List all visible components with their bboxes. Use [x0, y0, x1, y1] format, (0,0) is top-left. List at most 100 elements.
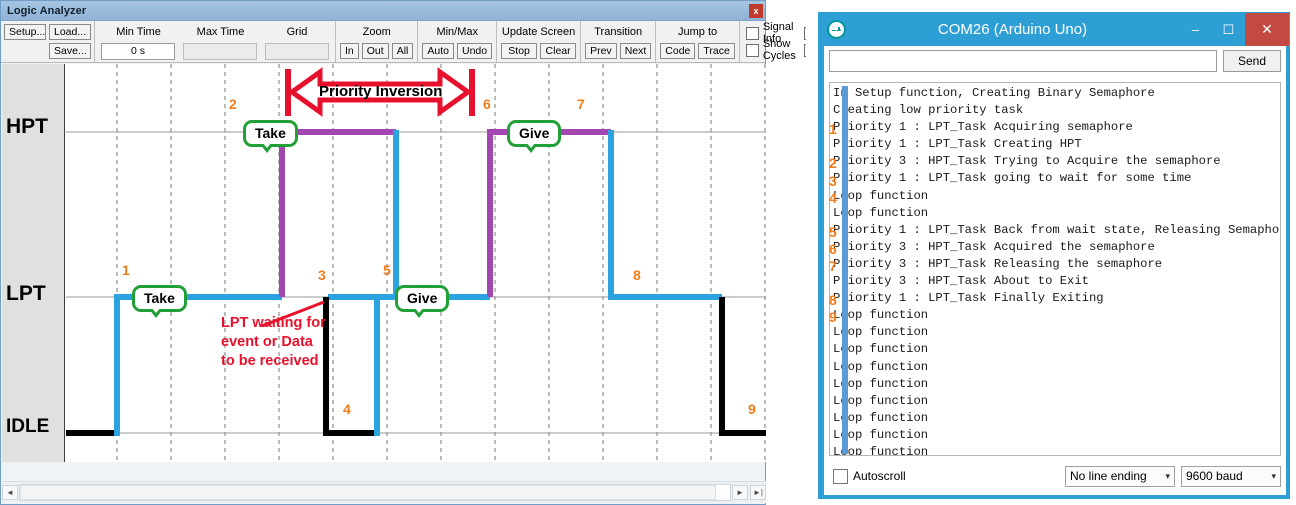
- update-screen-label: Update Screen: [501, 25, 576, 38]
- scroll-left-arrow-icon[interactable]: ◄: [2, 485, 18, 500]
- serial-line: Loop function: [833, 376, 929, 391]
- serial-input[interactable]: [829, 49, 1217, 72]
- event-number-1: 1: [122, 262, 130, 278]
- file-group: Setup... Load... Save...: [1, 21, 95, 62]
- serial-line: Priority 3 : HPT_Task Acquired the semap…: [833, 239, 1155, 254]
- scroll-right-arrow-icon[interactable]: ►: [732, 485, 748, 500]
- transition-prev-button[interactable]: Prev: [585, 43, 617, 59]
- amp-checkbox[interactable]: [803, 26, 806, 40]
- jump-to-trace-button[interactable]: Trace: [698, 43, 735, 59]
- cur-checkbox[interactable]: [803, 43, 806, 57]
- serial-console[interactable]: In Setup function, Creating Binary Semap…: [829, 82, 1281, 456]
- serial-line-number: 3: [829, 172, 837, 189]
- minimize-button[interactable]: –: [1179, 13, 1212, 46]
- trace-idle-end: [719, 297, 766, 436]
- waveform-svg: [66, 64, 766, 462]
- line-ending-value: No line ending: [1070, 469, 1147, 483]
- waveform-area: HPT LPT IDLE Priority Inversion Take Tak…: [2, 64, 766, 462]
- waveform-plot[interactable]: Priority Inversion Take Take Give Give 1…: [66, 64, 766, 462]
- zoom-in-button[interactable]: In: [340, 43, 359, 59]
- grid-lines: [116, 64, 766, 462]
- baud-rate-value: 9600 baud: [1186, 469, 1243, 483]
- minmax-auto-button[interactable]: Auto: [422, 43, 454, 59]
- serial-line: Priority 1 : LPT_Task Finally Exiting: [833, 291, 1104, 306]
- serial-line-number: 9: [829, 309, 837, 326]
- line-number-gutter-bar: [842, 86, 848, 454]
- arduino-logo-icon: [827, 20, 846, 39]
- setup-button[interactable]: Setup...: [4, 24, 46, 40]
- save-button[interactable]: Save...: [49, 43, 91, 59]
- autoscroll-checkbox-row[interactable]: Autoscroll: [829, 468, 906, 484]
- scroll-end-arrow-icon[interactable]: ►|: [750, 485, 766, 500]
- min-time-value[interactable]: 0 s: [101, 42, 175, 60]
- serial-line-number: 7: [829, 258, 837, 274]
- jump-to-code-button[interactable]: Code: [660, 43, 696, 59]
- autoscroll-checkbox[interactable]: [833, 468, 848, 484]
- serial-line-number: 6: [829, 240, 837, 257]
- serial-line: Loop function: [833, 188, 929, 203]
- serial-line: Priority 3 : HPT_Task Trying to Acquire …: [833, 154, 1221, 169]
- serial-line: Loop function: [833, 308, 929, 323]
- event-number-6: 6: [483, 96, 491, 112]
- grid-value[interactable]: [265, 42, 329, 60]
- autoscroll-label: Autoscroll: [853, 469, 906, 483]
- zoom-all-button[interactable]: All: [391, 43, 414, 59]
- logic-analyzer-titlebar: Logic Analyzer x: [1, 1, 765, 21]
- line-ending-select[interactable]: No line ending ▾: [1065, 465, 1175, 487]
- trace-hpt-run: [487, 129, 611, 297]
- serial-line: Loop function: [833, 393, 929, 408]
- priority-inversion-label: Priority Inversion: [319, 83, 443, 100]
- serial-line-number: 4: [829, 189, 837, 206]
- close-button[interactable]: ✕: [1245, 13, 1289, 46]
- update-stop-button[interactable]: Stop: [501, 43, 538, 59]
- max-time-label: Max Time: [196, 25, 245, 38]
- callout-take-hpt: Take: [243, 120, 298, 153]
- serial-line: Loop function: [833, 444, 929, 456]
- row-label-idle: IDLE: [6, 416, 50, 437]
- signal-legend-panel: HPT LPT IDLE: [2, 64, 65, 462]
- scrollbar-track[interactable]: [19, 484, 731, 501]
- chevron-down-icon: ▾: [1165, 470, 1170, 481]
- serial-line: Loop function: [833, 205, 929, 220]
- serial-line: Priority 3 : HPT_Task Releasing the sema…: [833, 256, 1163, 271]
- serial-line: Loop function: [833, 427, 929, 442]
- maximize-button[interactable]: ☐: [1212, 13, 1245, 46]
- event-number-9: 9: [748, 401, 756, 417]
- jump-to-group: Jump to Code Trace: [656, 21, 740, 62]
- minmax-undo-button[interactable]: Undo: [456, 43, 493, 59]
- grid-label: Grid: [286, 25, 308, 38]
- event-number-5: 5: [383, 262, 391, 278]
- callout-give-lpt: Give: [395, 285, 450, 318]
- signal-info-checkbox[interactable]: [745, 26, 759, 40]
- serial-monitor-window: COM26 (Arduino Uno) – ☐ ✕ Send In Setup …: [818, 12, 1290, 499]
- show-cycles-checkbox[interactable]: [745, 43, 759, 57]
- serial-monitor-titlebar: COM26 (Arduino Uno) – ☐ ✕: [819, 13, 1289, 46]
- horizontal-scrollbar[interactable]: ◄ ► ►|: [2, 481, 766, 503]
- chevron-down-icon: ▾: [1271, 470, 1276, 481]
- serial-line: Priority 1 : LPT_Task Back from wait sta…: [833, 222, 1281, 237]
- logic-analyzer-title: Logic Analyzer: [7, 4, 87, 17]
- transition-label: Transition: [594, 25, 643, 38]
- zoom-out-button[interactable]: Out: [361, 43, 389, 59]
- load-button[interactable]: Load...: [49, 24, 91, 40]
- scrollbar-thumb[interactable]: [20, 485, 716, 500]
- min-time-label: Min Time: [116, 25, 161, 38]
- transition-next-button[interactable]: Next: [619, 43, 652, 59]
- lpt-waiting-note-line-1: LPT waiting for: [221, 315, 326, 331]
- close-icon[interactable]: x: [749, 3, 763, 18]
- max-time-value[interactable]: [183, 42, 257, 60]
- row-label-lpt: LPT: [6, 282, 46, 305]
- serial-line: In Setup function, Creating Binary Semap…: [833, 86, 1155, 100]
- update-clear-button[interactable]: Clear: [540, 43, 577, 59]
- send-row: Send: [824, 46, 1286, 72]
- serial-line: Creating low priority task: [833, 103, 1024, 118]
- trace-lpt-run-3: [374, 294, 490, 436]
- trace-hpt-inherit: [279, 129, 396, 297]
- time-grid-group: Min Time Max Time Grid 0 s: [95, 21, 336, 62]
- show-cycles-checkbox-row[interactable]: Show Cycles: [745, 38, 796, 62]
- lpt-waiting-note-line-2: event or Data: [221, 334, 313, 350]
- baud-rate-select[interactable]: 9600 baud ▾: [1181, 465, 1281, 487]
- serial-line: Priority 1 : LPT_Task going to wait for …: [833, 171, 1192, 186]
- serial-line: Priority 3 : HPT_Task About to Exit: [833, 274, 1089, 289]
- send-button[interactable]: Send: [1223, 49, 1281, 72]
